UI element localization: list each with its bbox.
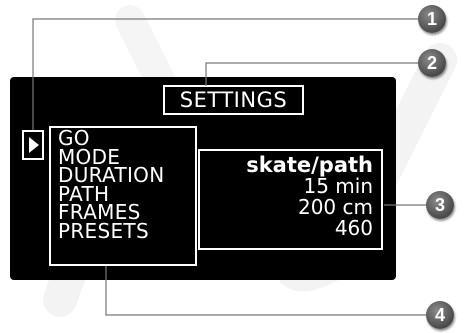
leader-line-1 [32,18,420,130]
callout-4: 4 [426,301,454,329]
leader-lines [32,18,426,316]
callout-1: 1 [418,5,446,33]
callout-2: 2 [418,49,446,77]
leader-line-2 [205,62,420,86]
callout-3: 3 [426,191,454,219]
leader-line-4 [105,266,426,316]
